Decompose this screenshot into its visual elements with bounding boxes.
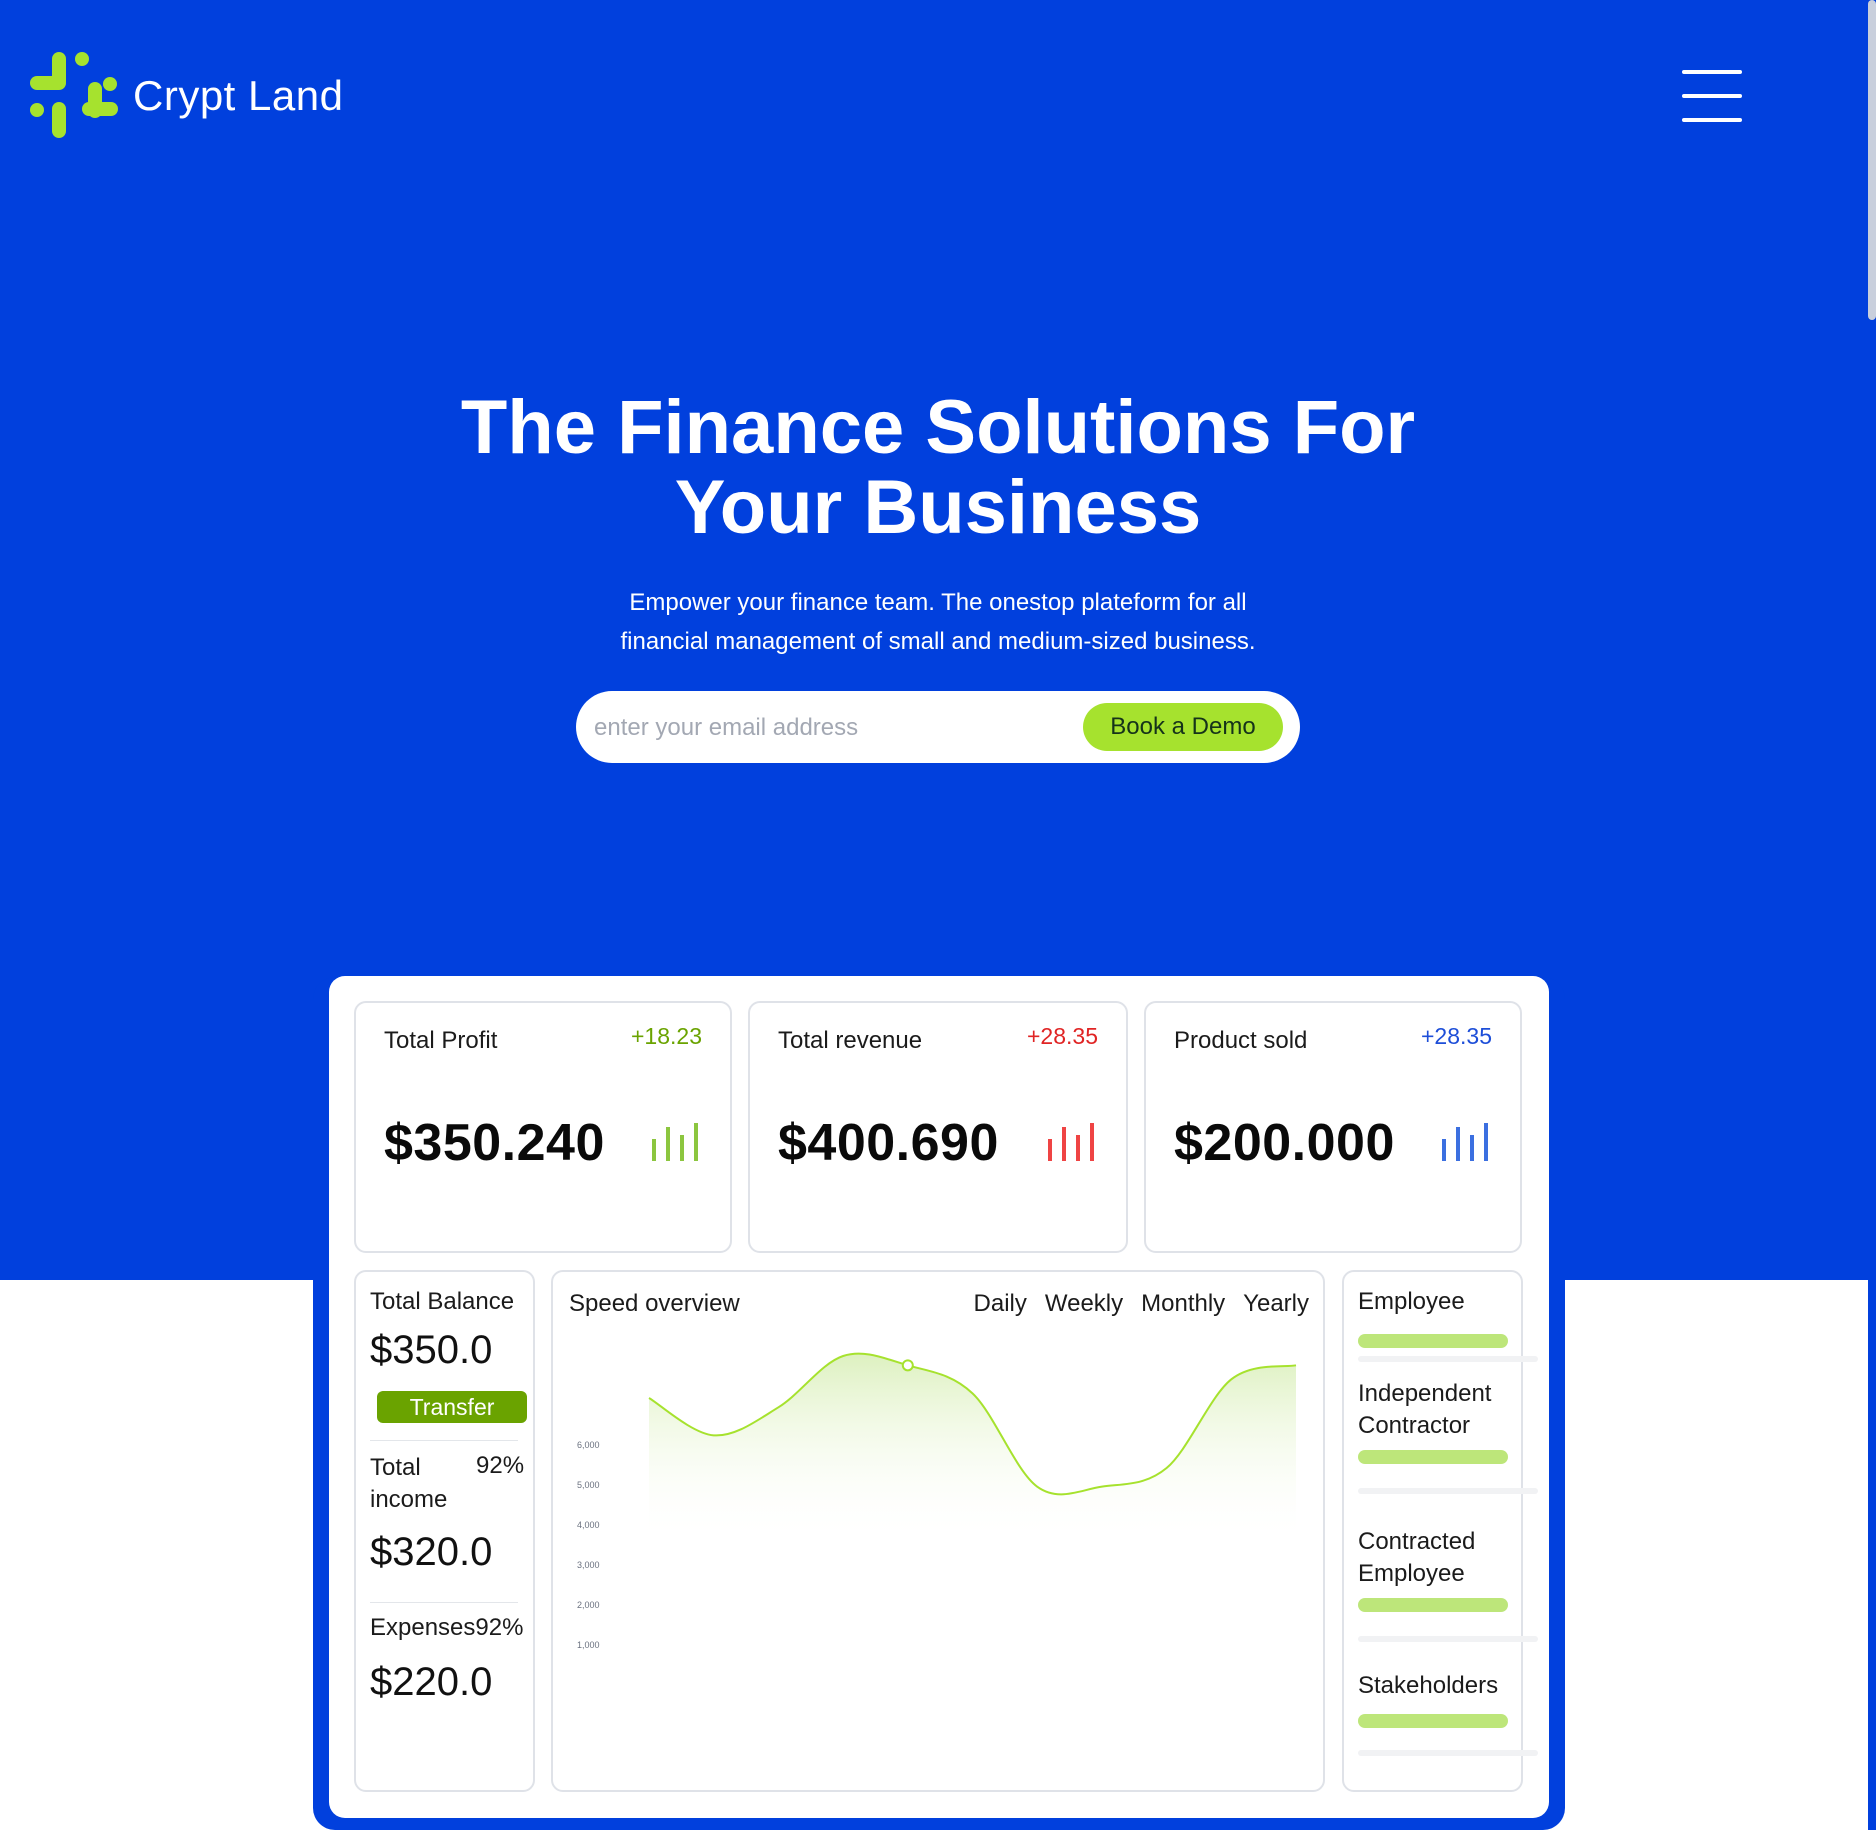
scrollbar-thumb[interactable] xyxy=(1868,0,1876,320)
stat-label: Product sold xyxy=(1174,1027,1308,1054)
email-input[interactable] xyxy=(592,707,1046,749)
employee-progress-bar xyxy=(1358,1450,1508,1464)
hero-subtitle-line1: Empower your finance team. The onestop p… xyxy=(629,589,1247,616)
series-area xyxy=(649,1353,1296,1542)
y-tick-label: 1,000 xyxy=(577,1640,600,1650)
chart-period-tabs: Daily Weekly Monthly Yearly xyxy=(974,1290,1309,1318)
mini-bar-chart-icon xyxy=(1442,1123,1488,1161)
hero-title-line1: The Finance Solutions For xyxy=(460,385,1416,470)
hero-title-line2: Your Business xyxy=(674,465,1202,550)
expenses-percent: 92% xyxy=(475,1614,524,1641)
tab-daily[interactable]: Daily xyxy=(974,1290,1027,1318)
y-tick-label: 2,000 xyxy=(577,1600,600,1610)
expenses-label-text: Expenses xyxy=(370,1614,476,1641)
employee-progress-bar xyxy=(1358,1334,1508,1348)
tab-yearly[interactable]: Yearly xyxy=(1243,1290,1309,1318)
stat-value: $400.690 xyxy=(778,1114,999,1172)
speed-overview-chart: 6,000 5,000 4,000 3,000 2,000 1,000 xyxy=(577,1352,1297,1650)
hamburger-menu-icon[interactable] xyxy=(1682,70,1742,122)
employee-label-line1: Stakeholders xyxy=(1358,1672,1499,1699)
employee-card: Employee Independent Contractor Contracte… xyxy=(1342,1270,1538,1792)
income-percent: 92% xyxy=(476,1452,525,1479)
employee-type-label: Contracted Employee xyxy=(1358,1526,1475,1590)
stat-card-total-revenue: Total revenue +28.35 $400.690 xyxy=(748,1001,1128,1253)
mini-bar-chart-icon xyxy=(1048,1123,1094,1161)
employee-progress-track xyxy=(1358,1750,1538,1756)
stat-delta: +18.23 xyxy=(631,1023,702,1049)
tab-weekly[interactable]: Weekly xyxy=(1045,1290,1123,1318)
divider xyxy=(370,1440,518,1441)
employee-progress-bar xyxy=(1358,1714,1508,1728)
hero-subtitle: Empower your finance team. The onestop p… xyxy=(580,583,1296,661)
divider xyxy=(370,1602,518,1603)
expenses-label: Expenses92% xyxy=(370,1614,523,1642)
y-tick-label: 5,000 xyxy=(577,1480,600,1490)
expenses-amount: $220.0 xyxy=(370,1660,493,1704)
mini-bar-chart-icon xyxy=(652,1123,698,1161)
employee-type-label: Stakeholders xyxy=(1358,1670,1498,1702)
employee-label-line1: Contracted xyxy=(1358,1528,1476,1555)
chart-title: Speed overview xyxy=(569,1290,740,1317)
income-label: Total income xyxy=(370,1452,447,1516)
stat-delta: +28.35 xyxy=(1421,1023,1492,1049)
plus-cross-logo-icon[interactable] xyxy=(30,52,120,142)
income-amount: $320.0 xyxy=(370,1530,493,1574)
y-tick-label: 3,000 xyxy=(577,1560,600,1570)
income-label-line1: Total xyxy=(370,1454,421,1481)
employee-progress-track xyxy=(1358,1356,1538,1362)
employee-label-line1: Independent xyxy=(1358,1380,1492,1407)
income-label-line2: income xyxy=(370,1486,448,1513)
employee-progress-track xyxy=(1358,1488,1538,1494)
scrollbar[interactable] xyxy=(1868,0,1876,1830)
stat-card-total-profit: Total Profit +18.23 $350.240 xyxy=(354,1001,732,1253)
employee-label-line2: Contractor xyxy=(1358,1412,1471,1439)
stat-value: $350.240 xyxy=(384,1114,605,1172)
stat-label: Total revenue xyxy=(778,1027,923,1054)
stat-label: Total Profit xyxy=(384,1027,498,1054)
speed-overview-card: 6,000 5,000 4,000 3,000 2,000 1,000 Speed ove… xyxy=(551,1270,1325,1792)
employee-label-line2: Employee xyxy=(1358,1560,1465,1587)
stat-card-product-sold: Product sold +28.35 $200.000 xyxy=(1144,1001,1522,1253)
highlight-point[interactable] xyxy=(901,1359,914,1372)
y-tick-label: 6,000 xyxy=(577,1440,600,1450)
transfer-button[interactable]: Transfer xyxy=(377,1391,527,1423)
employee-progress-bar xyxy=(1358,1598,1508,1612)
y-tick-label: 4,000 xyxy=(577,1520,600,1530)
employee-type-label: Independent Contractor xyxy=(1358,1378,1491,1442)
hero-subtitle-line2: financial management of small and medium… xyxy=(620,628,1256,655)
employee-label-line1: Employee xyxy=(1358,1288,1465,1315)
balance-amount: $350.0 xyxy=(370,1328,493,1372)
tab-monthly[interactable]: Monthly xyxy=(1141,1290,1225,1318)
email-signup-form: Book a Demo xyxy=(576,691,1300,763)
brand-name[interactable]: Crypt Land xyxy=(133,72,343,120)
book-demo-button[interactable]: Book a Demo xyxy=(1083,703,1283,751)
stat-value: $200.000 xyxy=(1174,1114,1395,1172)
stat-delta: +28.35 xyxy=(1027,1023,1098,1049)
employee-type-label: Employee xyxy=(1358,1286,1465,1318)
balance-title: Total Balance xyxy=(370,1288,515,1315)
total-balance-card: Total Balance $350.0 Transfer Total incom… xyxy=(354,1270,535,1792)
employee-progress-track xyxy=(1358,1636,1538,1642)
hero-title: The Finance Solutions For Your Business xyxy=(0,388,1876,548)
